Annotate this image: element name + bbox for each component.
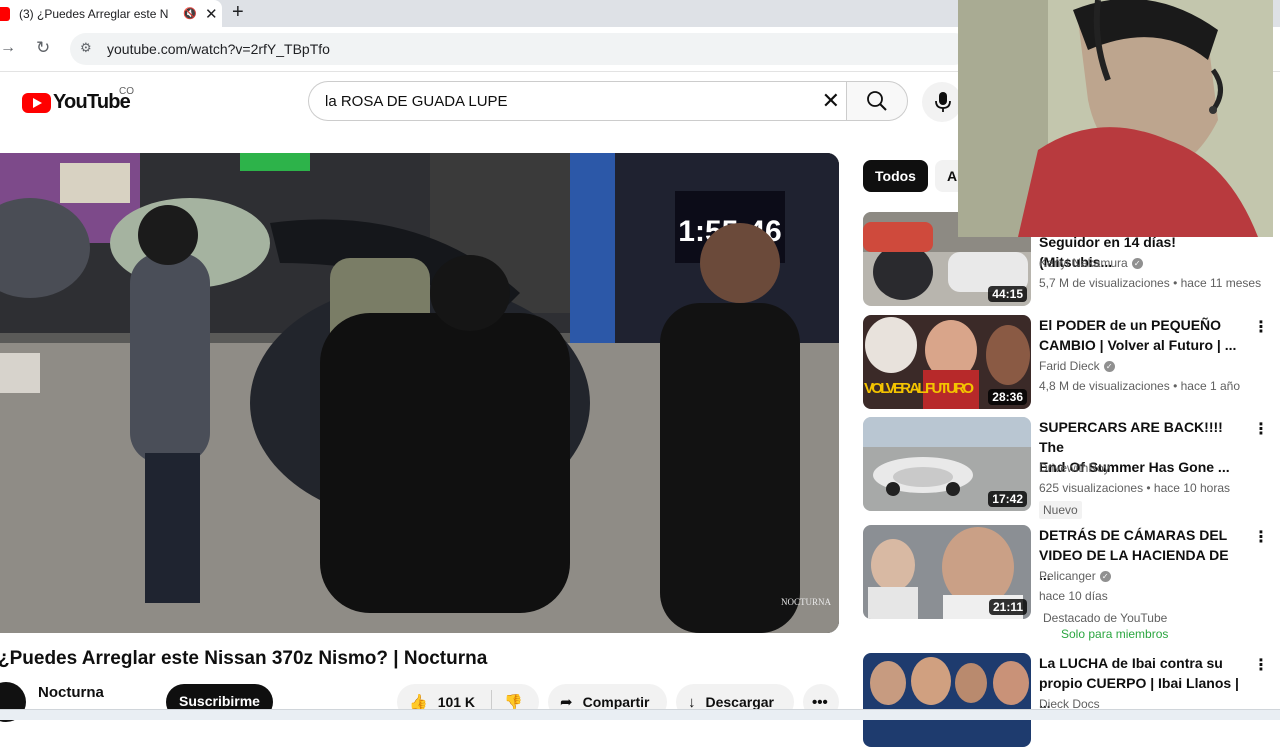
rec-channel-name: Pelicanger <box>1039 569 1096 583</box>
duration-badge: 17:42 <box>988 491 1027 507</box>
recommendation-item[interactable]: La LUCHA de Ibai contra su propio CUERPO … <box>863 653 1273 749</box>
url-text: youtube.com/watch?v=2rfY_TBpTfo <box>107 41 330 57</box>
rec-channel[interactable]: Farid Dieck ✓ <box>1039 359 1115 373</box>
rec-meta: 4,8 M de visualizaciones • hace 1 año <box>1039 379 1240 393</box>
rec-channel-name: Farid Dieck <box>1039 359 1100 373</box>
rec-title: El PODER de un PEQUEÑO CAMBIO | Volver al… <box>1039 315 1239 355</box>
webcam-person-image <box>958 0 1273 237</box>
recommendation-item[interactable]: 17:42 SUPERCARS ARE BACK!!!! The End Of S… <box>863 417 1273 519</box>
featured-badge: Destacado de YouTube <box>1043 611 1168 625</box>
rec-meta: 5,7 M de visualizaciones • hace 11 meses <box>1039 276 1262 290</box>
recommendation-item[interactable]: 21:11 DETRÁS DE CÁMARAS DEL VIDEO DE LA H… <box>863 525 1273 641</box>
members-only-label: Solo para miembros <box>1061 627 1169 641</box>
rec-channel[interactable]: Kenyi Nakamura ✓ <box>1039 256 1143 270</box>
youtube-logo[interactable]: YouTube <box>22 91 131 114</box>
download-icon: ↓ <box>688 693 696 711</box>
reload-icon[interactable]: ↻ <box>36 38 50 58</box>
address-bar[interactable]: ⚙ youtube.com/watch?v=2rfY_TBpTfo <box>70 33 970 65</box>
video-title: ¿Puedes Arreglar este Nissan 370z Nismo?… <box>0 648 488 669</box>
verified-icon: ✓ <box>1103 361 1115 373</box>
clear-search-icon[interactable]: ✕ <box>822 88 840 114</box>
rec-channel-name: DrivewithRoy <box>1039 461 1110 475</box>
os-taskbar <box>0 709 1280 720</box>
thumbnail-text: VOLVER AL FUTURO <box>864 380 974 397</box>
video-thumbnail[interactable]: 17:42 <box>863 417 1031 511</box>
more-vertical-icon[interactable]: ⋮ <box>1253 527 1269 547</box>
webcam-overlay <box>958 0 1273 237</box>
channel-watermark: NOCTURNA <box>781 597 832 607</box>
verified-icon: ✓ <box>1131 258 1143 270</box>
duration-badge: 21:11 <box>988 599 1027 615</box>
video-thumbnail[interactable] <box>863 653 1031 747</box>
voice-search-button[interactable] <box>922 82 962 122</box>
browser-tab[interactable]: (3) ¿Puedes Arreglar este N 🔇 ✕ <box>0 0 222 27</box>
search-icon <box>867 91 887 111</box>
close-tab-button[interactable]: ✕ <box>205 5 218 23</box>
rec-title-line: La LUCHA de Ibai contra su <box>1039 655 1223 671</box>
rec-meta: hace 10 días <box>1039 589 1108 603</box>
rec-title-line: SUPERCARS ARE BACK!!!! The <box>1039 419 1223 455</box>
rec-channel[interactable]: DrivewithRoy <box>1039 461 1110 475</box>
duration-badge: 44:15 <box>988 286 1027 302</box>
site-info-icon[interactable]: ⚙ <box>80 40 98 58</box>
rec-meta: 625 visualizaciones • hace 10 horas <box>1039 481 1230 495</box>
youtube-favicon-icon <box>0 6 10 21</box>
search-input[interactable]: la ROSA DE GUADA LUPE ✕ <box>308 81 846 121</box>
video-thumbnail[interactable]: VOLVER AL FUTURO 28:36 <box>863 315 1031 409</box>
search-button[interactable] <box>846 81 908 121</box>
mute-tab-icon[interactable]: 🔇 <box>183 8 197 20</box>
duration-badge: 28:36 <box>988 389 1027 405</box>
recommendation-item[interactable]: VOLVER AL FUTURO 28:36 El PODER de un PE… <box>863 315 1273 411</box>
thumbnail-image <box>863 653 1031 747</box>
rec-channel-name: Kenyi Nakamura <box>1039 256 1128 270</box>
country-code: CO <box>119 86 134 97</box>
channel-name[interactable]: Nocturna <box>38 684 104 701</box>
new-badge: Nuevo <box>1039 501 1082 519</box>
verified-icon: ✓ <box>1099 571 1111 583</box>
forward-arrow-icon[interactable]: → <box>0 39 16 57</box>
youtube-play-icon <box>22 92 51 113</box>
video-player[interactable]: 1:55:46 NOCTURNA <box>0 153 839 633</box>
rec-channel[interactable]: Pelicanger ✓ <box>1039 569 1111 583</box>
like-count[interactable]: 101 K <box>438 694 475 710</box>
tab-title: (3) ¿Puedes Arreglar este N <box>19 6 169 21</box>
download-label: Descargar <box>705 694 775 710</box>
more-horizontal-icon: ••• <box>812 693 828 711</box>
more-vertical-icon[interactable]: ⋮ <box>1253 317 1269 337</box>
video-thumbnail[interactable]: 21:11 <box>863 525 1031 619</box>
rec-title-line: DETRÁS DE CÁMARAS DEL <box>1039 527 1228 543</box>
more-vertical-icon[interactable]: ⋮ <box>1253 419 1269 439</box>
more-vertical-icon[interactable]: ⋮ <box>1253 655 1269 675</box>
microphone-icon <box>935 92 951 112</box>
rec-title-line: El PODER de un PEQUEÑO <box>1039 317 1222 333</box>
new-tab-button[interactable]: + <box>232 1 244 23</box>
search-query-text: la ROSA DE GUADA LUPE <box>325 93 508 110</box>
video-frame: 1:55:46 NOCTURNA <box>0 153 839 633</box>
share-label: Compartir <box>582 694 650 710</box>
chip-all[interactable]: Todos <box>863 160 928 192</box>
rec-title-line: CAMBIO | Volver al Futuro | ... <box>1039 337 1237 353</box>
